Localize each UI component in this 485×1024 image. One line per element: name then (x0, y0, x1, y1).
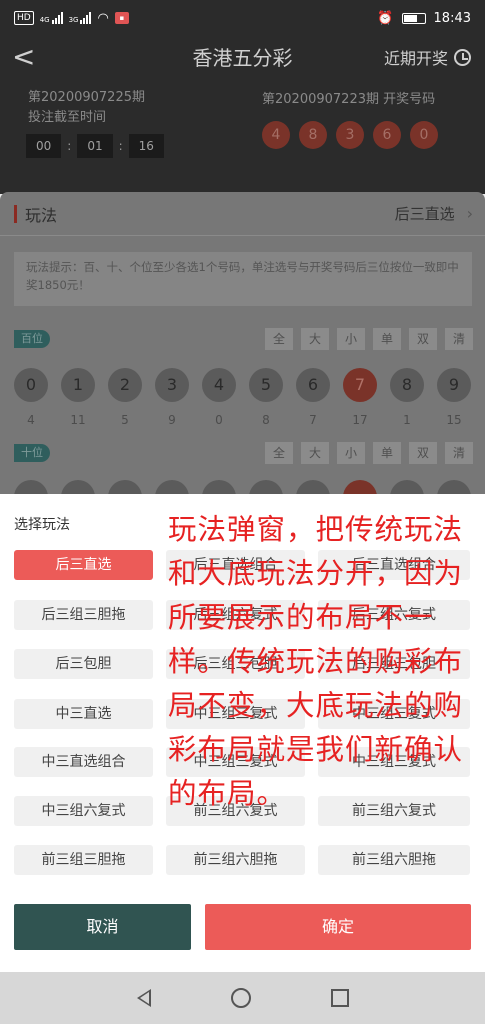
nav-back-icon[interactable] (136, 989, 151, 1007)
signal-icon-2: 3G (69, 12, 92, 24)
deadline-label: 投注截至时间 (28, 110, 107, 125)
number-ball[interactable]: 2 (108, 368, 142, 402)
option-qian3-zusan-dantuo[interactable]: 前三组三胆拖 (14, 845, 153, 875)
option-col3-r7[interactable]: 前三组六胆拖 (318, 845, 470, 875)
recent-results-button[interactable]: 近期开奖 (384, 45, 471, 69)
status-time: 18:43 (433, 10, 471, 26)
play-selector-row[interactable]: 玩法 后三直选 › (0, 192, 485, 236)
signal-label-1: 4G (39, 16, 50, 24)
recent-results-label: 近期开奖 (383, 49, 448, 68)
miss-count: 15 (446, 413, 462, 427)
number-ball[interactable]: 5 (249, 368, 283, 402)
nav-home-icon[interactable] (230, 988, 251, 1008)
hd-icon: HD (14, 11, 34, 25)
number-ball[interactable]: 8 (390, 368, 424, 402)
play-tip: 玩法提示：百、十、个位至少各选1个号码，单注选号与开奖号码后三位按位一致即中奖1… (14, 252, 472, 306)
app-screen: HD 4G 3G ◠ ▪ ⏰ 18:43 < 香港五分彩 近期开奖 第20200… (0, 0, 485, 1024)
option-zhong3-zhixuan-zuhe[interactable]: 中三直选组合 (14, 747, 153, 777)
quick-even-button[interactable]: 双 (409, 328, 437, 350)
prev-draw-ball: 0 (410, 121, 438, 149)
number-row-hundreds: 0 1 2 3 4 5 6 7 8 9 (14, 368, 471, 402)
miss-count: 5 (121, 413, 129, 427)
quick-odd-button[interactable]: 单 (373, 442, 401, 464)
bet-panel: 玩法 后三直选 › 玩法提示：百、十、个位至少各选1个号码，单注选号与开奖号码后… (0, 192, 485, 514)
app-header: < 香港五分彩 近期开奖 (0, 36, 485, 76)
draw-info-panel: 第20200907225期 投注截至时间 00 : 01 : 16 第20200… (0, 76, 485, 194)
miss-count: 0 (215, 413, 223, 427)
countdown-sep: : (118, 139, 123, 153)
number-ball[interactable]: 4 (202, 368, 236, 402)
prev-draw-ball: 6 (373, 121, 401, 149)
prev-draw-ball: 8 (299, 121, 327, 149)
status-bar: HD 4G 3G ◠ ▪ ⏰ 18:43 (0, 0, 485, 36)
quick-small-button[interactable]: 小 (337, 442, 365, 464)
signal-icon: 4G (40, 12, 63, 24)
position-tag-hundreds: 百位 (14, 330, 50, 348)
current-play[interactable]: 后三直选 (395, 203, 455, 224)
miss-count: 17 (352, 413, 368, 427)
quick-all-button[interactable]: 全 (265, 328, 293, 350)
modal-title: 选择玩法 (14, 517, 70, 533)
status-left: HD 4G 3G ◠ ▪ (14, 11, 129, 26)
countdown-sep: : (67, 139, 72, 153)
design-annotation: 玩法弹窗，把传统玩法和大底玩法分开，因为所要展示的布局不一样。传统玩法的购彩布局… (168, 513, 464, 810)
countdown-minutes: 01 (77, 134, 113, 158)
quick-clear-button[interactable]: 清 (445, 328, 473, 350)
countdown-hours: 00 (26, 134, 62, 158)
number-ball[interactable]: 1 (61, 368, 95, 402)
quick-select-hundreds: 全 大 小 单 双 清 (265, 328, 473, 350)
miss-row-hundreds: 4 11 5 9 0 8 7 17 1 15 (14, 413, 471, 427)
system-nav-bar (0, 972, 485, 1024)
quick-odd-button[interactable]: 单 (373, 328, 401, 350)
miss-count: 8 (262, 413, 270, 427)
confirm-button[interactable]: 确定 (205, 904, 471, 950)
battery-icon (401, 12, 426, 24)
section-marker (14, 204, 17, 223)
quick-clear-button[interactable]: 清 (445, 442, 473, 464)
quick-even-button[interactable]: 双 (409, 442, 437, 464)
number-ball-selected[interactable]: 7 (343, 368, 377, 402)
option-hou3-zhixuan[interactable]: 后三直选 (14, 550, 153, 580)
current-period-block: 第20200907225期 投注截至时间 (28, 88, 145, 128)
prev-draw-numbers: 4 8 3 6 0 (262, 121, 438, 149)
app-notification-icon: ▪ (114, 12, 129, 24)
countdown-seconds: 16 (128, 134, 164, 158)
number-ball[interactable]: 0 (14, 368, 48, 402)
option-zhong3-zuliu-fushi[interactable]: 中三组六复式 (14, 796, 153, 826)
prev-draw-ball: 4 (262, 121, 290, 149)
quick-small-button[interactable]: 小 (337, 328, 365, 350)
miss-count: 11 (70, 413, 86, 427)
alarm-icon: ⏰ (377, 10, 394, 26)
clock-icon (454, 48, 471, 66)
option-zhong3-zhixuan[interactable]: 中三直选 (14, 699, 153, 729)
number-ball[interactable]: 6 (296, 368, 330, 402)
miss-count: 7 (309, 413, 317, 427)
option-hou3-zusan-dantuo[interactable]: 后三组三胆拖 (14, 600, 153, 630)
play-label: 玩法 (25, 205, 58, 225)
wifi-icon: ◠ (97, 10, 109, 26)
miss-count: 9 (168, 413, 176, 427)
current-period: 第20200907225期 (28, 90, 145, 105)
quick-all-button[interactable]: 全 (265, 442, 293, 464)
status-right: ⏰ 18:43 (377, 11, 471, 26)
option-hou3-baodan[interactable]: 后三包胆 (14, 649, 153, 679)
prev-period-label: 第20200907223期 开奖号码 (262, 92, 436, 107)
signal-label-2: 3G (68, 16, 79, 24)
option-qian3-zuliu-dantuo[interactable]: 前三组六胆拖 (166, 845, 305, 875)
prev-draw-ball: 3 (336, 121, 364, 149)
quick-select-tens: 全 大 小 单 双 清 (265, 442, 473, 464)
quick-big-button[interactable]: 大 (301, 442, 329, 464)
countdown-timer: 00 : 01 : 16 (26, 134, 164, 158)
miss-count: 1 (403, 413, 411, 427)
miss-count: 4 (27, 413, 35, 427)
chevron-right-icon: › (466, 204, 473, 223)
number-ball[interactable]: 3 (155, 368, 189, 402)
cancel-button[interactable]: 取消 (14, 904, 191, 950)
number-ball[interactable]: 9 (437, 368, 471, 402)
position-tag-tens: 十位 (14, 444, 50, 462)
nav-recents-icon[interactable] (330, 989, 349, 1007)
quick-big-button[interactable]: 大 (301, 328, 329, 350)
